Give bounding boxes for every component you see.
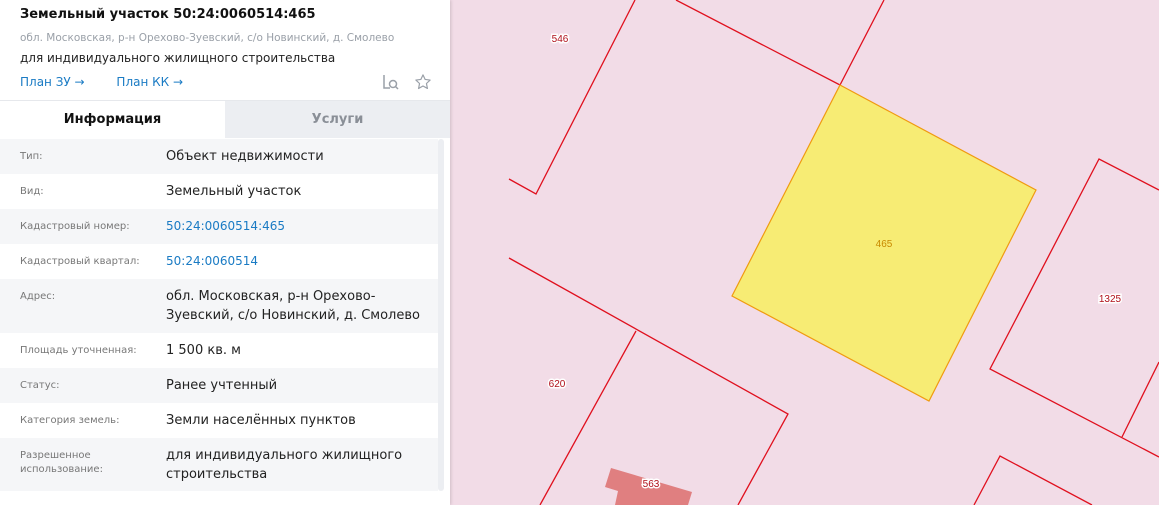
row-value: Объект недвижимости [166, 149, 324, 164]
parcel-label: 465 [876, 239, 893, 250]
plan-zu-link[interactable]: План ЗУ → [20, 75, 85, 89]
tab-info[interactable]: Информация [0, 101, 225, 138]
row-key: Адрес: [20, 291, 56, 302]
plan-kk-link[interactable]: План КК → [116, 75, 183, 89]
parcel-boundary[interactable] [1121, 361, 1159, 438]
parcel-address: обл. Московская, р-н Орехово-Зуевский, с… [20, 32, 395, 44]
row-key: Кадастровый номер: [20, 221, 130, 232]
parcel-boundary[interactable] [675, 0, 885, 86]
row-key: Разрешенное использование: [20, 450, 103, 475]
info-panel: Земельный участок 50:24:0060514:465 обл.… [0, 0, 450, 505]
parcel-use: для индивидуального жилищного строительс… [20, 51, 336, 65]
search-document-icon[interactable] [382, 73, 400, 91]
parcel-label: 1325 [1099, 294, 1122, 305]
cadastral-quarter-link[interactable]: 50:24:0060514 [166, 252, 438, 279]
row-value: Земли населённых пунктов [166, 413, 356, 428]
tab-services[interactable]: Услуги [225, 101, 450, 138]
row-value: Ранее учтенный [166, 378, 278, 393]
parcel-title: Земельный участок 50:24:0060514:465 [20, 7, 316, 22]
table-row: Вид: Земельный участок [0, 174, 438, 209]
table-row: Кадастровый номер: 50:24:0060514:465 [0, 209, 438, 244]
table-row: Кадастровый квартал: 50:24:0060514 [0, 244, 438, 279]
parcel-label: 563 [643, 479, 660, 490]
table-row: Площадь уточненная: 1 500 кв. м [0, 333, 438, 368]
table-row: Разрешенное использование: для индивидуал… [0, 438, 438, 491]
cadastral-map[interactable]: 546 465 1325 620 563 [450, 0, 1159, 505]
row-key: Вид: [20, 186, 44, 197]
parcel-label: 546 [552, 34, 569, 45]
parcel-boundary[interactable] [973, 455, 1093, 505]
row-key: Кадастровый квартал: [20, 256, 140, 267]
table-row: Тип: Объект недвижимости [0, 139, 438, 174]
parcel-label: 620 [549, 379, 566, 390]
row-key: Тип: [20, 151, 43, 162]
scrollbar[interactable] [438, 139, 444, 491]
row-value: для индивидуального жилищного строительс… [166, 448, 403, 482]
cadastral-number-link[interactable]: 50:24:0060514:465 [166, 217, 438, 244]
info-table: Тип: Объект недвижимости Вид: Земельный уч… [0, 139, 438, 491]
row-value: Земельный участок [166, 184, 302, 199]
row-value: обл. Московская, р-н Орехово-Зуевский, с… [166, 289, 420, 323]
table-row: Статус: Ранее учтенный [0, 368, 438, 403]
row-key: Площадь уточненная: [20, 345, 137, 356]
star-icon[interactable] [414, 73, 432, 91]
table-row: Категория земель: Земли населённых пункто… [0, 403, 438, 438]
row-key: Категория земель: [20, 415, 120, 426]
table-row: Адрес: обл. Московская, р-н Орехово-Зуевс… [0, 279, 438, 333]
row-value: 1 500 кв. м [166, 343, 241, 358]
parcel-boundary[interactable] [508, 0, 636, 195]
row-key: Статус: [20, 380, 60, 391]
